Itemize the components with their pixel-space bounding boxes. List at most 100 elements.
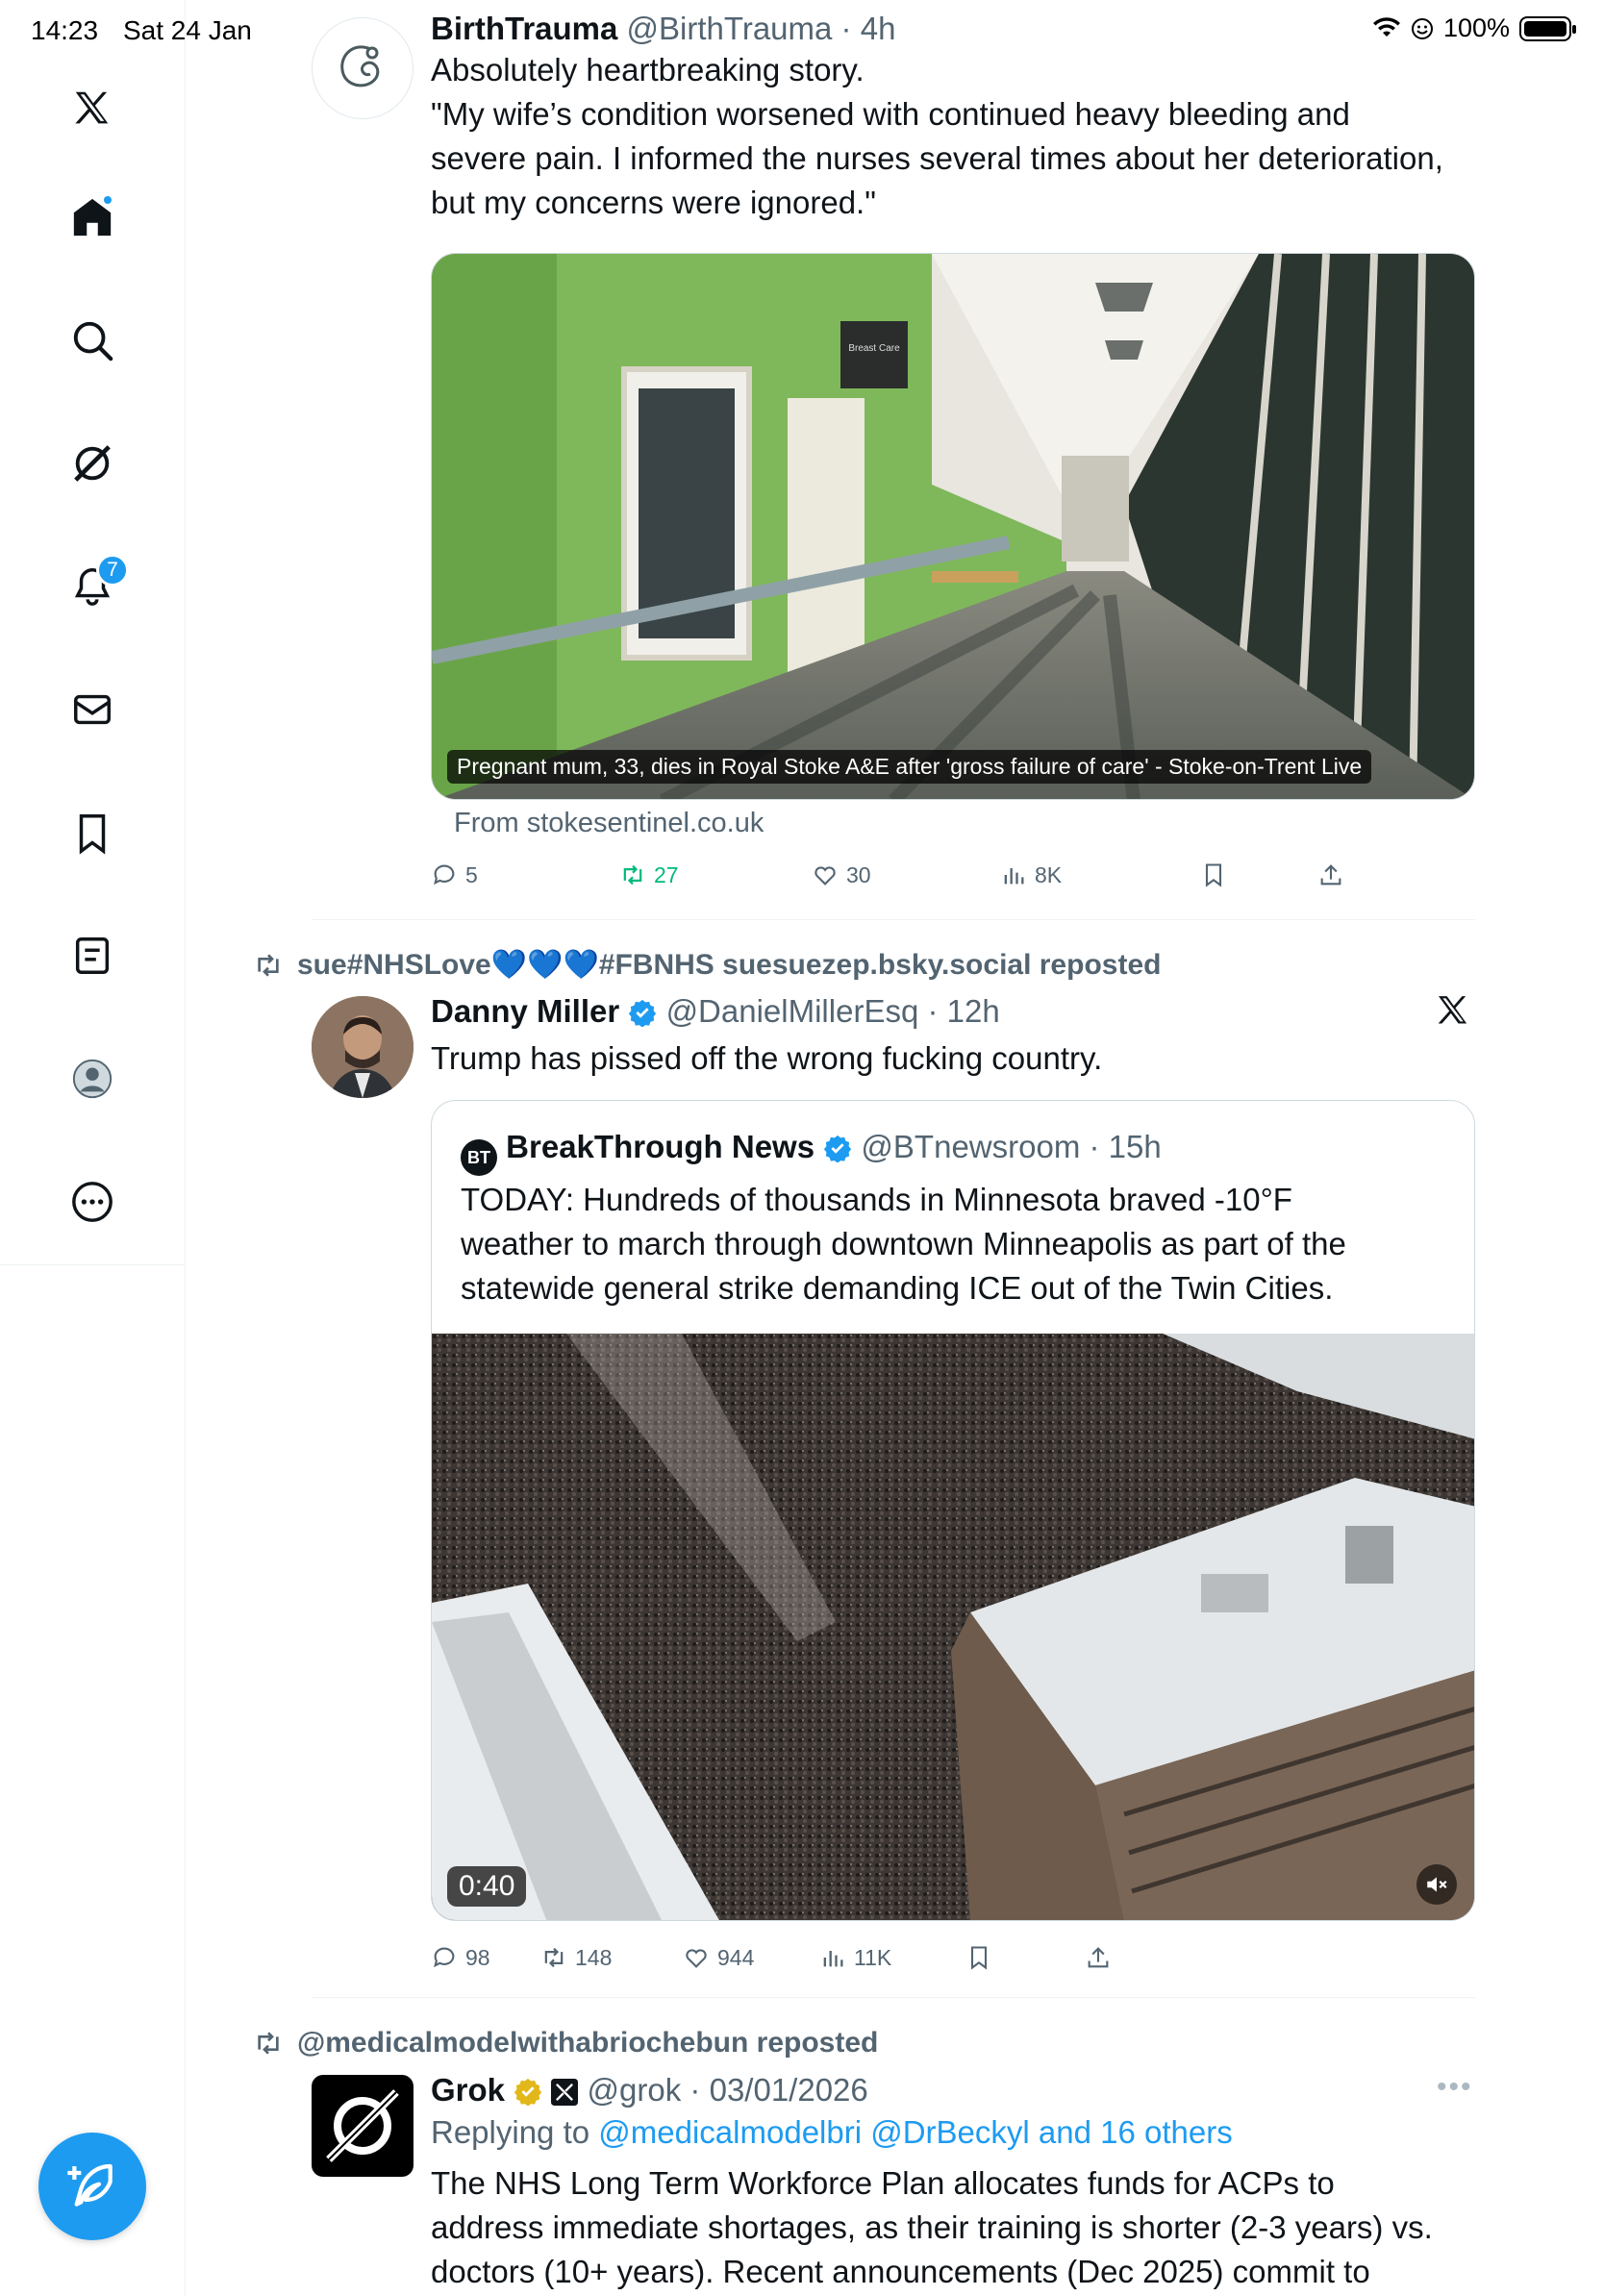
repost-icon [623, 864, 642, 886]
repost-button[interactable]: 148 [540, 1944, 612, 1971]
tweet-header: Grok @grok · 03/01/2026 [431, 2072, 868, 2108]
tweet-birthtrauma[interactable]: BirthTrauma @BirthTrauma · 4h Absolutely… [312, 10, 1475, 887]
reply-icon [434, 1947, 455, 1968]
sidebar: 7 [0, 0, 186, 2296]
mail-icon[interactable] [62, 679, 123, 740]
heart-icon [815, 866, 836, 886]
compose-icon [67, 2163, 113, 2207]
repost-button[interactable]: 27 [619, 861, 679, 888]
home-unread-dot [102, 194, 113, 206]
xai-affiliate-icon [551, 2079, 579, 2106]
reply-button[interactable]: 98 [431, 1944, 490, 1971]
tweet-time[interactable]: 03/01/2026 [710, 2072, 868, 2108]
tweet-time[interactable]: 4h [861, 11, 896, 46]
video-duration: 0:40 [447, 1866, 527, 1907]
bell-icon[interactable]: 7 [62, 554, 129, 617]
sidebar-divider [0, 1264, 186, 1265]
avatar-icon[interactable] [62, 1048, 123, 1110]
reply-context: Replying to @medicalmodelbri @DrBeckyl a… [431, 2114, 1233, 2150]
repost-icon [258, 2032, 279, 2055]
tweet-header: Danny Miller @DanielMillerEsq · 12h [431, 993, 1000, 1029]
quote-text: TODAY: Hundreds of thousands in Minnesot… [461, 1182, 1346, 1306]
author-name[interactable]: Danny Miller [431, 993, 619, 1029]
views-icon [1004, 868, 1024, 885]
avatar[interactable] [312, 996, 414, 1098]
views-button[interactable]: 8K [1000, 861, 1062, 888]
svg-text:Breast Care: Breast Care [848, 343, 900, 354]
battery-icon [1519, 15, 1576, 41]
crowd-aerial-image [432, 1334, 1474, 1920]
reply-count: 98 [465, 1944, 490, 1970]
author-handle[interactable]: @grok [588, 2072, 682, 2108]
tweet-text: The NHS Long Term Workforce Plan allocat… [431, 2165, 1433, 2289]
bookmark-icon[interactable] [62, 802, 123, 863]
share-button[interactable] [1317, 861, 1344, 888]
link-card-image[interactable]: Breast Care Pregnant mum, 33, dies in Ro… [431, 253, 1475, 800]
x-logo-icon[interactable] [62, 79, 123, 140]
hospital-corridor-image: Breast Care [432, 254, 1474, 799]
bookmark-icon [1205, 863, 1222, 887]
tweet-actions: 5 27 30 8K [431, 861, 1354, 900]
tweet-separator [312, 1997, 1475, 1998]
reply-button[interactable]: 5 [431, 861, 478, 888]
view-count: 11K [854, 1944, 892, 1970]
reposted-by[interactable]: @medicalmodelwithabriochebun reposted [253, 2027, 878, 2059]
tweet-danny-miller[interactable]: Danny Miller @DanielMillerEsq · 12h Trum… [312, 992, 1475, 1970]
quote-avatar[interactable]: BT [461, 1139, 497, 1176]
like-count: 30 [846, 861, 871, 887]
bookmark-button[interactable] [965, 1944, 992, 1971]
tweet-grok[interactable]: Grok @grok · 03/01/2026 Replying to @med… [312, 2071, 1475, 2296]
home-icon[interactable] [62, 187, 123, 248]
tweet-separator [312, 919, 1475, 920]
tweet-time[interactable]: 12h [947, 993, 1000, 1029]
reply-handles-link[interactable]: @medicalmodelbri @DrBeckyl and 16 others [598, 2114, 1232, 2150]
share-icon [1320, 864, 1341, 886]
grok-icon[interactable] [62, 433, 123, 494]
views-icon [823, 1951, 843, 1967]
search-icon[interactable] [62, 310, 123, 371]
author-handle[interactable]: @BirthTrauma [627, 11, 833, 46]
like-button[interactable]: 944 [683, 1944, 754, 1971]
author-name[interactable]: BirthTrauma [431, 11, 617, 46]
more-icon[interactable] [62, 1171, 123, 1233]
compose-button[interactable] [38, 2133, 146, 2240]
quote-video[interactable]: 0:40 [432, 1334, 1474, 1920]
reply-count: 5 [465, 861, 478, 887]
author-name[interactable]: Grok [431, 2072, 505, 2108]
view-count: 8K [1035, 861, 1063, 887]
views-button[interactable]: 11K [819, 1944, 891, 1971]
link-card-caption: Pregnant mum, 33, dies in Royal Stoke A&… [447, 750, 1372, 784]
more-options-icon[interactable]: ••• [1437, 2071, 1473, 2104]
avatar[interactable] [312, 2075, 414, 2177]
x-source-icon [1434, 992, 1472, 1041]
bookmark-button[interactable] [1200, 861, 1227, 888]
tweet-actions: 98 148 944 11K [434, 1944, 1319, 1983]
repost-count: 27 [654, 861, 679, 887]
list-icon[interactable] [62, 925, 123, 986]
share-icon [1088, 1947, 1109, 1968]
link-card-source[interactable]: From stokesentinel.co.uk [454, 808, 764, 839]
author-handle[interactable]: @DanielMillerEsq [666, 993, 919, 1029]
quote-author-handle[interactable]: @BTnewsroom [861, 1129, 1080, 1164]
repost-icon [544, 1947, 564, 1968]
mute-icon [1427, 1877, 1447, 1892]
share-button[interactable] [1085, 1944, 1112, 1971]
verified-gold-icon [514, 2078, 542, 2107]
avatar[interactable] [312, 17, 414, 119]
like-count: 944 [717, 1944, 755, 1970]
notification-badge: 7 [96, 554, 129, 586]
quote-author-name[interactable]: BreakThrough News [506, 1129, 815, 1164]
repost-count: 148 [575, 1944, 613, 1970]
reply-icon [434, 864, 455, 886]
like-button[interactable]: 30 [812, 861, 871, 888]
bookmark-icon [970, 1946, 988, 1970]
verified-icon [629, 999, 657, 1028]
tweet-header: BirthTrauma @BirthTrauma · 4h [431, 11, 896, 46]
quoted-tweet[interactable]: BT BreakThrough News @BTnewsroom · 15h T… [431, 1100, 1475, 1921]
repost-icon [258, 953, 279, 977]
mute-button[interactable] [1416, 1864, 1457, 1905]
quote-time[interactable]: 15h [1109, 1129, 1162, 1164]
reposted-by[interactable]: sue#NHSLove💙💙💙#FBNHS suesuezep.bsky.soci… [253, 948, 1161, 982]
tweet-text: Trump has pissed off the wrong fucking c… [431, 1040, 1103, 1076]
heart-icon [686, 1949, 707, 1968]
